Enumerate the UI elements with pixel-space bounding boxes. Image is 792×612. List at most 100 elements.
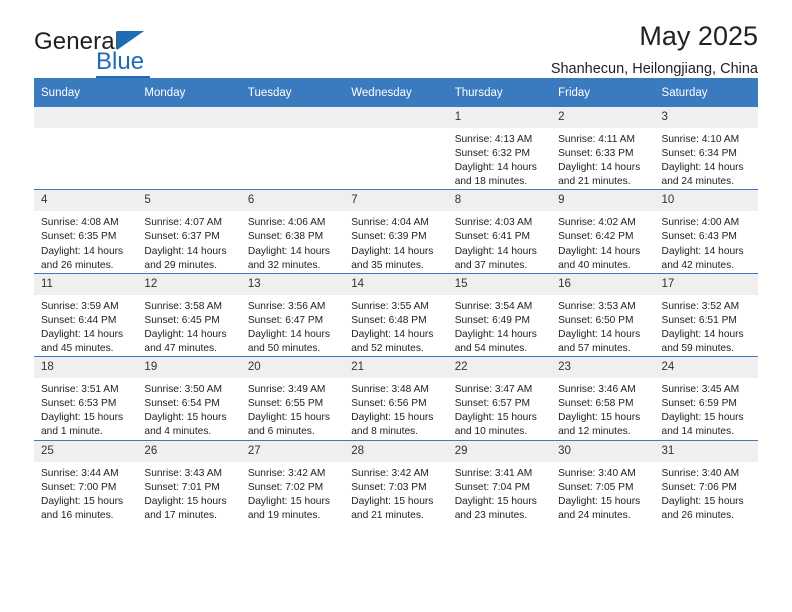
calendar-day-cell[interactable]: 23 Sunrise: 3:46 AM Sunset: 6:58 PM Dayligh… — [551, 356, 655, 440]
daylight-text-line1: Daylight: 15 hours — [661, 412, 744, 424]
day-details: Sunrise: 4:03 AM Sunset: 6:41 PM Daylight:… — [448, 211, 551, 272]
calendar-day-cell[interactable]: 27 Sunrise: 3:42 AM Sunset: 7:02 PM Dayligh… — [240, 439, 345, 523]
sunset-text: Sunset: 6:56 PM — [351, 398, 427, 410]
day-details: Sunrise: 3:56 AM Sunset: 6:47 PM Daylight:… — [241, 295, 344, 356]
calendar-day-cell[interactable]: 31 Sunrise: 3:40 AM Sunset: 7:06 PM Dayligh… — [654, 439, 758, 523]
calendar-day-cell[interactable]: 22 Sunrise: 3:47 AM Sunset: 6:57 PM Dayligh… — [447, 356, 552, 440]
calendar-day-cell[interactable]: 21 Sunrise: 3:48 AM Sunset: 6:56 PM Dayligh… — [344, 356, 448, 440]
day-number: 31 — [654, 440, 758, 462]
sunset-text: Sunset: 6:55 PM — [247, 398, 324, 410]
title-block: May 2025 Shanhecun, Heilongjiang, China — [550, 21, 758, 77]
page-subtitle: Shanhecun, Heilongjiang, China — [550, 60, 758, 77]
calendar-day-cell[interactable]: 15 Sunrise: 3:54 AM Sunset: 6:49 PM Dayligh… — [447, 272, 552, 357]
day-number: 6 — [240, 190, 345, 212]
sunset-text: Sunset: 6:57 PM — [454, 398, 531, 410]
sunrise-text: Sunrise: 3:49 AM — [247, 384, 326, 396]
day-number: 7 — [344, 190, 448, 212]
calendar-day-cell[interactable]: 6 Sunrise: 4:06 AM Sunset: 6:38 PM Daylight… — [240, 189, 345, 274]
calendar-day-cell[interactable]: 25 Sunrise: 3:44 AM Sunset: 7:00 PM Dayligh… — [34, 439, 138, 523]
weekday-header-tuesday: Tuesday — [240, 78, 345, 107]
calendar-day-cell[interactable]: 20 Sunrise: 3:49 AM Sunset: 6:55 PM Dayligh… — [240, 356, 345, 440]
calendar-day-cell[interactable]: 28 Sunrise: 3:42 AM Sunset: 7:03 PM Dayligh… — [344, 439, 448, 523]
sunset-text: Sunset: 6:37 PM — [144, 231, 220, 243]
calendar-day-cell[interactable]: 17 Sunrise: 3:52 AM Sunset: 6:51 PM Dayligh… — [654, 272, 758, 357]
daylight-text-line2: and 16 minutes. — [41, 509, 114, 521]
calendar-day-cell[interactable]: 2 Sunrise: 4:11 AM Sunset: 6:33 PM Daylight… — [551, 107, 655, 190]
daylight-text-line2: and 14 minutes. — [661, 426, 735, 438]
day-details: Sunrise: 3:46 AM Sunset: 6:58 PM Daylight:… — [551, 378, 654, 439]
day-details: Sunrise: 3:50 AM Sunset: 6:54 PM Daylight:… — [137, 378, 240, 439]
day-number: 5 — [137, 190, 241, 212]
daylight-text-line1: Daylight: 14 hours — [41, 245, 124, 257]
daylight-text-line2: and 29 minutes. — [144, 259, 217, 271]
sunrise-text: Sunrise: 3:42 AM — [247, 467, 326, 479]
calendar-day-cell[interactable]: 16 Sunrise: 3:53 AM Sunset: 6:50 PM Dayligh… — [551, 272, 655, 357]
day-details: Sunrise: 3:55 AM Sunset: 6:48 PM Daylight:… — [344, 295, 447, 356]
sunset-text: Sunset: 6:47 PM — [247, 314, 324, 326]
sunrise-text: Sunrise: 3:40 AM — [661, 467, 740, 479]
sunset-text: Sunset: 6:45 PM — [144, 314, 220, 326]
daylight-text-line1: Daylight: 14 hours — [558, 245, 641, 257]
day-number: 17 — [654, 273, 758, 295]
sunrise-text: Sunrise: 3:55 AM — [351, 300, 429, 312]
calendar-day-cell[interactable]: 4 Sunrise: 4:08 AM Sunset: 6:35 PM Daylight… — [34, 189, 138, 274]
general-blue-logo[interactable]: General Blue — [34, 28, 234, 78]
sunset-text: Sunset: 7:02 PM — [247, 481, 324, 493]
daylight-text-line1: Daylight: 14 hours — [351, 328, 434, 340]
day-number: 2 — [551, 107, 655, 128]
sunset-text: Sunset: 7:04 PM — [454, 481, 531, 493]
daylight-text-line2: and 42 minutes. — [661, 259, 735, 271]
daylight-text-line2: and 6 minutes. — [247, 426, 315, 438]
sunset-text: Sunset: 6:54 PM — [144, 398, 220, 410]
sunrise-text: Sunrise: 3:52 AM — [661, 300, 740, 312]
weekday-header-saturday: Saturday — [654, 78, 758, 107]
day-details: Sunrise: 4:02 AM Sunset: 6:42 PM Daylight:… — [551, 211, 654, 272]
day-details: Sunrise: 3:44 AM Sunset: 7:00 PM Daylight:… — [34, 462, 137, 523]
daylight-text-line2: and 35 minutes. — [351, 259, 424, 271]
sunrise-text: Sunrise: 3:51 AM — [41, 384, 119, 396]
calendar-day-cell[interactable]: 29 Sunrise: 3:41 AM Sunset: 7:04 PM Dayligh… — [447, 439, 552, 523]
sunset-text: Sunset: 6:58 PM — [558, 398, 634, 410]
daylight-text-line1: Daylight: 14 hours — [661, 245, 744, 257]
calendar-day-cell[interactable]: 26 Sunrise: 3:43 AM Sunset: 7:01 PM Dayligh… — [137, 439, 241, 523]
daylight-text-line1: Daylight: 14 hours — [454, 162, 537, 174]
sunrise-text: Sunrise: 3:54 AM — [454, 300, 533, 312]
daylight-text-line2: and 32 minutes. — [247, 259, 321, 271]
sunrise-text: Sunrise: 3:44 AM — [41, 467, 119, 479]
calendar-day-cell[interactable]: 24 Sunrise: 3:45 AM Sunset: 6:59 PM Dayligh… — [654, 356, 758, 440]
calendar-day-cell[interactable]: 14 Sunrise: 3:55 AM Sunset: 6:48 PM Dayligh… — [344, 272, 448, 357]
calendar-week-row: 11 Sunrise: 3:59 AM Sunset: 6:44 PM Dayligh… — [34, 272, 758, 357]
calendar-day-cell[interactable]: 18 Sunrise: 3:51 AM Sunset: 6:53 PM Dayligh… — [34, 356, 138, 440]
calendar-day-cell[interactable]: 30 Sunrise: 3:40 AM Sunset: 7:05 PM Dayligh… — [551, 439, 655, 523]
calendar-day-cell[interactable]: 13 Sunrise: 3:56 AM Sunset: 6:47 PM Dayligh… — [240, 272, 345, 357]
daylight-text-line1: Daylight: 14 hours — [661, 162, 744, 174]
calendar-day-cell[interactable]: 5 Sunrise: 4:07 AM Sunset: 6:37 PM Daylight… — [137, 189, 241, 274]
daylight-text-line2: and 21 minutes. — [558, 176, 631, 188]
calendar-day-cell[interactable]: 1 Sunrise: 4:13 AM Sunset: 6:32 PM Daylight… — [447, 107, 552, 190]
day-details: Sunrise: 3:54 AM Sunset: 6:49 PM Daylight:… — [448, 295, 551, 356]
calendar-day-cell[interactable]: 19 Sunrise: 3:50 AM Sunset: 6:54 PM Dayligh… — [137, 356, 241, 440]
daylight-text-line2: and 18 minutes. — [454, 176, 528, 188]
daylight-text-line2: and 54 minutes. — [454, 343, 528, 355]
day-number — [344, 107, 448, 128]
day-details: Sunrise: 3:49 AM Sunset: 6:55 PM Daylight:… — [241, 378, 344, 439]
sunrise-text: Sunrise: 4:11 AM — [558, 134, 635, 145]
calendar-day-cell[interactable]: 9 Sunrise: 4:02 AM Sunset: 6:42 PM Daylight… — [551, 189, 655, 274]
day-details: Sunrise: 3:51 AM Sunset: 6:53 PM Daylight:… — [34, 378, 137, 439]
day-number: 19 — [137, 357, 241, 379]
sunrise-text: Sunrise: 4:00 AM — [661, 217, 740, 229]
sunrise-text: Sunrise: 3:45 AM — [661, 384, 740, 396]
sunset-text: Sunset: 6:42 PM — [558, 231, 634, 243]
logo-underline — [96, 76, 150, 78]
daylight-text-line1: Daylight: 14 hours — [454, 328, 537, 340]
calendar-day-cell[interactable]: 8 Sunrise: 4:03 AM Sunset: 6:41 PM Daylight… — [447, 189, 552, 274]
calendar-day-cell[interactable]: 11 Sunrise: 3:59 AM Sunset: 6:44 PM Dayligh… — [34, 272, 138, 357]
weekday-header-row: Sunday Monday Tuesday Wednesday Thursday… — [34, 78, 758, 107]
calendar-day-cell[interactable]: 10 Sunrise: 4:00 AM Sunset: 6:43 PM Dayligh… — [654, 189, 758, 274]
daylight-text-line2: and 4 minutes. — [144, 426, 212, 438]
calendar-day-cell[interactable]: 12 Sunrise: 3:58 AM Sunset: 6:45 PM Dayligh… — [137, 272, 241, 357]
daylight-text-line1: Daylight: 15 hours — [247, 495, 330, 507]
calendar-day-cell[interactable]: 7 Sunrise: 4:04 AM Sunset: 6:39 PM Daylight… — [344, 189, 448, 274]
sunset-text: Sunset: 6:43 PM — [661, 231, 737, 243]
calendar-day-cell[interactable]: 3 Sunrise: 4:10 AM Sunset: 6:34 PM Daylight… — [654, 107, 758, 190]
